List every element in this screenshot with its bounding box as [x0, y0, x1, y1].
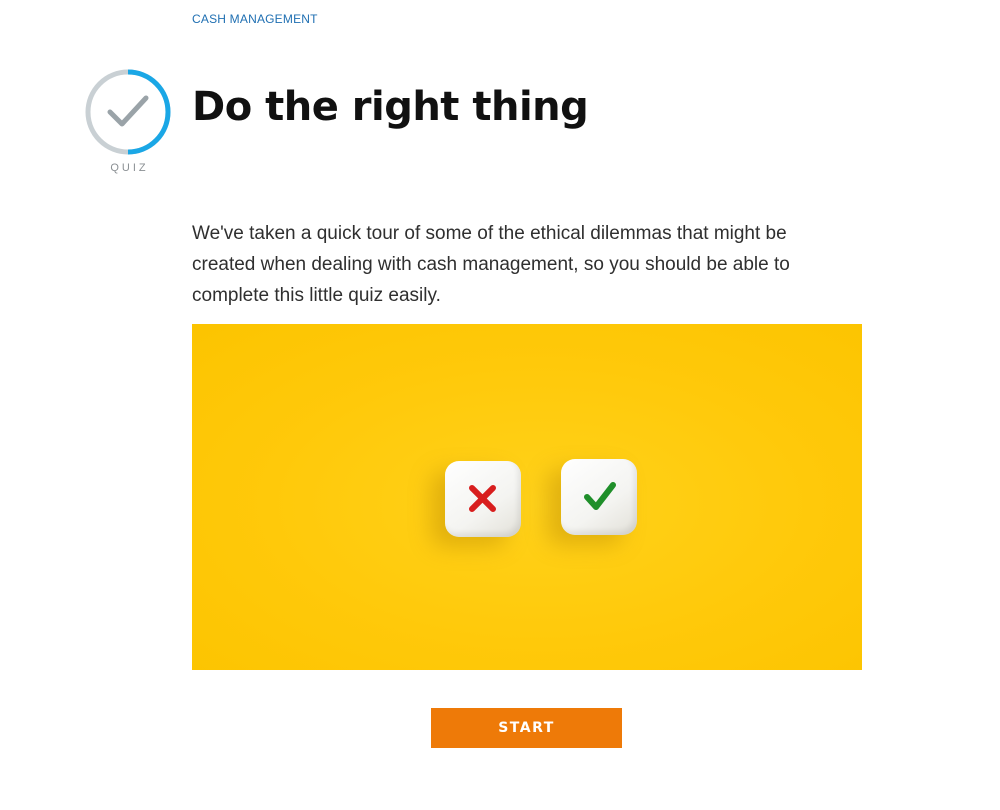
intro-paragraph: We've taken a quick tour of some of the …: [192, 223, 790, 306]
check-circle-icon: [85, 69, 171, 155]
cross-icon: [469, 485, 496, 512]
start-button[interactable]: START: [431, 708, 622, 748]
quiz-intro-page: CASH MANAGEMENT QUIZ Do the right thing …: [0, 0, 1000, 810]
breadcrumb[interactable]: CASH MANAGEMENT: [192, 12, 318, 26]
check-icon: [584, 482, 616, 510]
page-title: Do the right thing: [192, 84, 589, 130]
quiz-badge: QUIZ: [84, 68, 172, 174]
check-die: [561, 459, 637, 535]
cross-die: [445, 461, 521, 537]
hero-image: [192, 324, 862, 670]
quiz-label: QUIZ: [110, 162, 149, 174]
